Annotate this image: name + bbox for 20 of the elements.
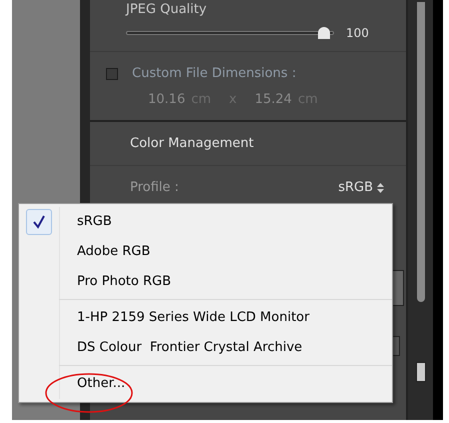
- profile-label: Profile :: [130, 179, 179, 198]
- jpeg-quality-label: JPEG Quality: [126, 1, 208, 19]
- checkbox[interactable]: [106, 68, 118, 80]
- toggle-control[interactable]: [416, 362, 426, 382]
- quality-slider[interactable]: [126, 26, 334, 38]
- menu-item[interactable]: Adobe RGB: [59, 237, 392, 267]
- menu-item[interactable]: DS Colour Frontier Crystal Archive: [59, 333, 392, 363]
- scrollbar[interactable]: [416, 2, 424, 302]
- up-down-arrow-icon: [377, 183, 384, 193]
- menu-item[interactable]: Other...: [59, 369, 392, 399]
- menu-item[interactable]: sRGB: [59, 207, 392, 237]
- profile-dropdown[interactable]: sRGB: [338, 178, 384, 198]
- slider-thumb[interactable]: [318, 26, 330, 38]
- menu-item[interactable]: 1-HP 2159 Series Wide LCD Monitor: [59, 303, 392, 333]
- menu-item[interactable]: Pro Photo RGB: [59, 267, 392, 297]
- custom-dimensions-label: Custom File Dimensions :: [132, 65, 296, 83]
- height-value: 15.24: [254, 90, 292, 108]
- quality-value: 100: [346, 24, 369, 42]
- width-value: 10.16: [148, 90, 186, 108]
- section-title: Color Management: [130, 134, 254, 153]
